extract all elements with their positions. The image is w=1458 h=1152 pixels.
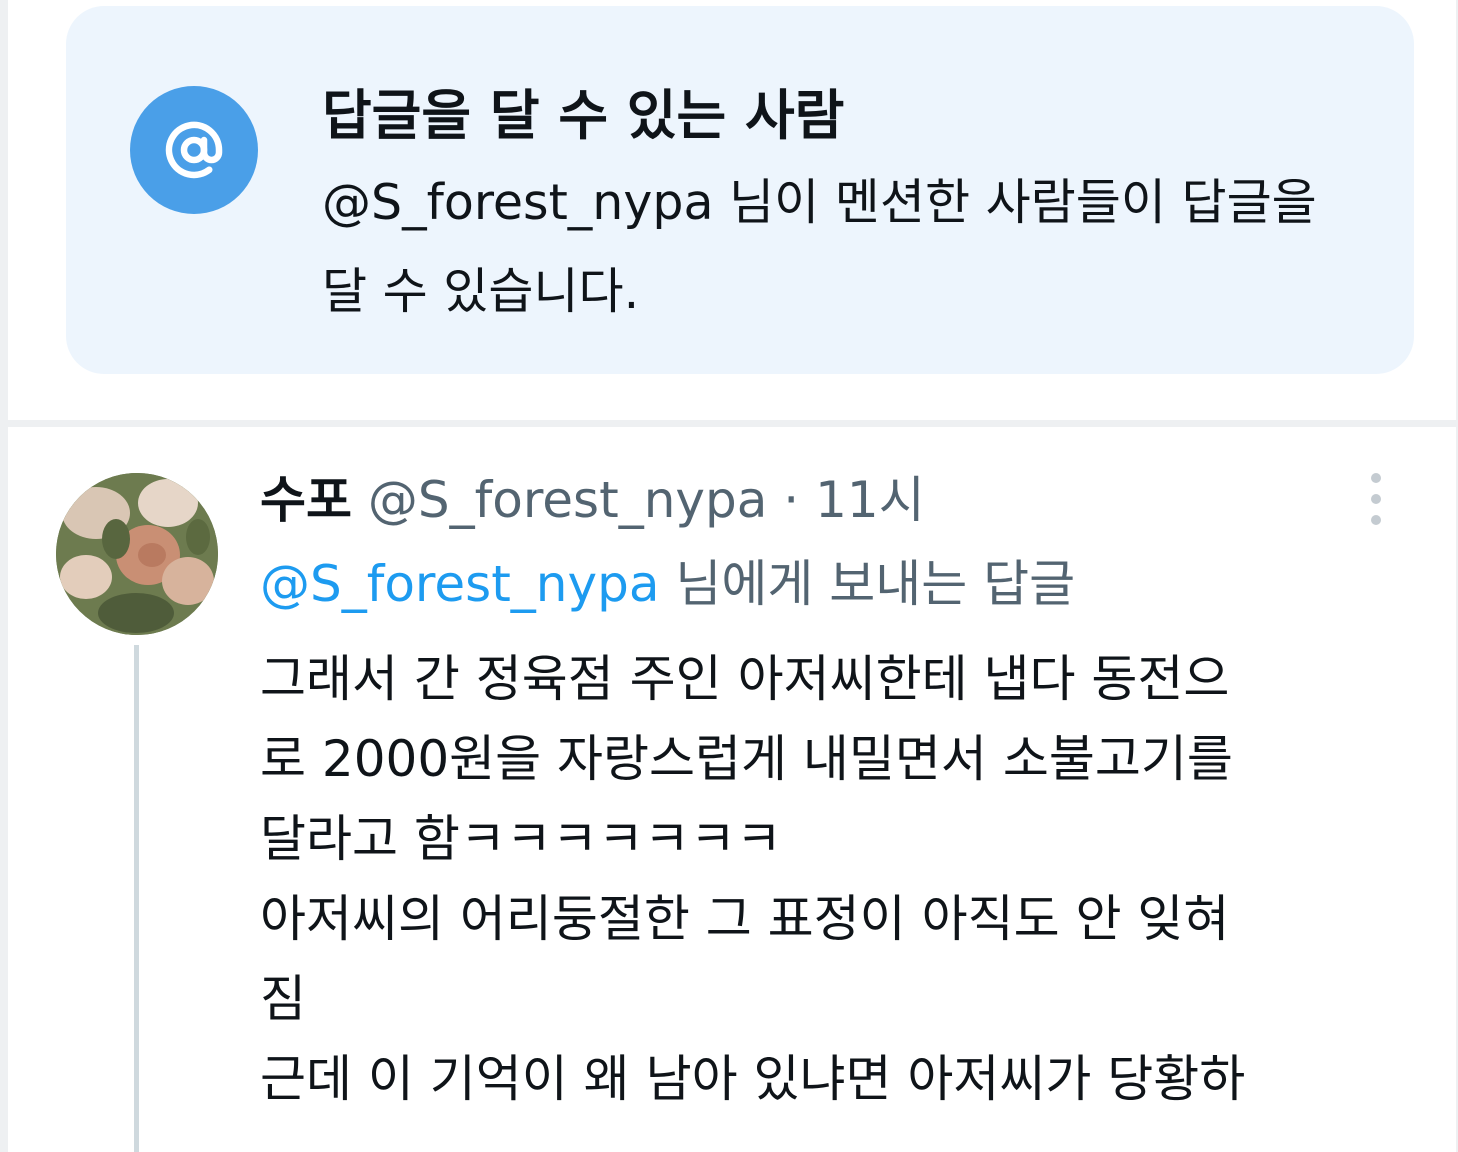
tweet-text-line: 아저씨의 어리둥절한 그 표정이 아직도 안 잊혀 <box>260 890 1230 948</box>
tweet-header: 수포 @S_forest_nypa · 11시 <box>260 467 925 533</box>
tweet-text: 그래서 간 정육점 주인 아저씨한테 냅다 동전으 로 2000원을 자랑스럽게… <box>260 639 1390 1119</box>
reply-permission-card: 답글을 달 수 있는 사람 @S_forest_nypa 님이 멘션한 사람들이… <box>66 6 1414 374</box>
tweet-text-line: 근데 이 기억이 왜 남아 있냐면 아저씨가 당황하 <box>260 1050 1246 1108</box>
replying-to-mention[interactable]: @S_forest_nypa <box>260 555 659 613</box>
thread-connector-line <box>134 645 139 1152</box>
avatar[interactable] <box>56 473 218 635</box>
replying-to-suffix: 님에게 보내는 답글 <box>659 555 1076 613</box>
reply-permission-description: @S_forest_nypa 님이 멘션한 사람들이 답글을 달 수 있습니다. <box>322 174 1317 320</box>
tweet-text-line: 로 2000원을 자랑스럽게 내밀면서 소불고기를 <box>260 730 1233 788</box>
more-options-button[interactable] <box>1354 467 1398 531</box>
tweet-text-line: 그래서 간 정육점 주인 아저씨한테 냅다 동전으 <box>260 650 1230 708</box>
separator-dot: · <box>783 471 800 529</box>
display-name[interactable]: 수포 <box>260 471 352 529</box>
at-sign-icon <box>130 86 258 214</box>
tweet-text-line: 달라고 함ㅋㅋㅋㅋㅋㅋㅋ <box>260 810 782 868</box>
user-handle[interactable]: @S_forest_nypa <box>368 471 767 529</box>
reply-settings-panel: 답글을 달 수 있는 사람 @S_forest_nypa 님이 멘션한 사람들이… <box>8 0 1456 420</box>
replying-to-line: @S_forest_nypa 님에게 보내는 답글 <box>260 551 1075 617</box>
timestamp[interactable]: 11시 <box>815 471 925 529</box>
more-vertical-icon <box>1371 473 1381 525</box>
tweet[interactable]: 수포 @S_forest_nypa · 11시 @S_forest_nypa 님… <box>8 427 1456 1152</box>
reply-permission-title: 답글을 달 수 있는 사람 <box>322 84 845 147</box>
tweet-text-line: 짐 <box>260 970 306 1028</box>
